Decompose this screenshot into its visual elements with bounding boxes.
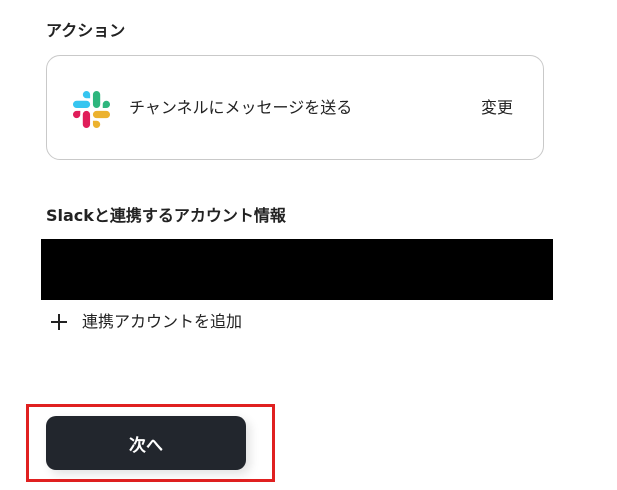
action-name: チャンネルにメッセージを送る xyxy=(129,98,353,117)
add-linked-account-button[interactable]: 連携アカウントを追加 xyxy=(50,311,242,333)
change-action-link[interactable]: 変更 xyxy=(481,98,513,118)
slack-logo-icon xyxy=(73,91,110,128)
next-button[interactable]: 次へ xyxy=(46,416,246,470)
action-card[interactable]: チャンネルにメッセージを送る 変更 xyxy=(46,55,544,160)
linked-account-field-redacted[interactable] xyxy=(41,239,553,300)
plus-icon xyxy=(51,314,67,330)
action-section-label: アクション xyxy=(46,21,126,40)
add-account-label: 連携アカウントを追加 xyxy=(82,312,243,331)
account-section-label: Slackと連携するアカウント情報 xyxy=(46,206,286,225)
